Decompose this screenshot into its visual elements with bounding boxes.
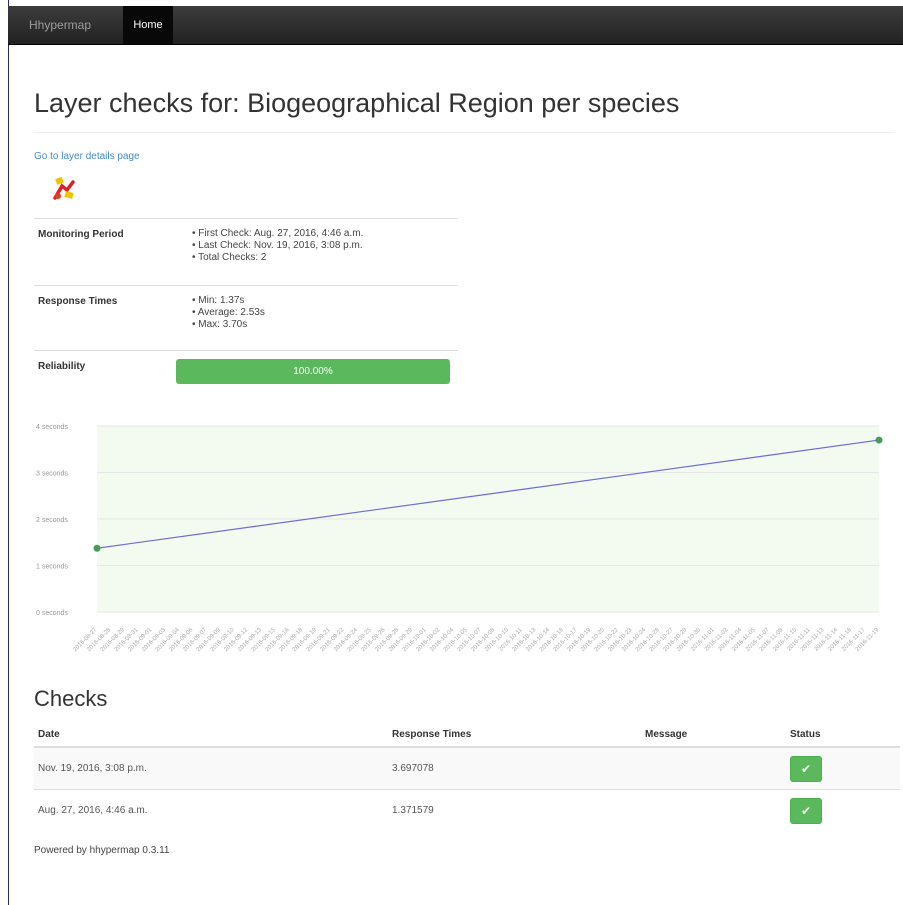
- col-date: Date: [34, 722, 388, 748]
- layer-details-link[interactable]: Go to layer details page: [34, 151, 140, 162]
- response-max: Max: 3.70s: [192, 319, 265, 331]
- check-date: Nov. 19, 2016, 3:08 p.m.: [34, 746, 388, 790]
- y-tick-label: 1 seconds: [36, 564, 68, 571]
- response-time-chart: 4 seconds 3 seconds 2 seconds 1 seconds 0 se…: [36, 424, 883, 653]
- navbar: Hhypermap Home: [8, 6, 903, 45]
- y-tick-label: 0 seconds: [36, 610, 68, 617]
- reliability-label: Reliability: [38, 361, 86, 372]
- check-date: Aug. 27, 2016, 4:46 a.m.: [34, 789, 388, 831]
- last-check: Last Check: Nov. 19, 2016, 3:08 p.m.: [192, 240, 363, 252]
- checks-table: Date Response Times Message Status Nov. …: [34, 722, 900, 831]
- reliability-row: Reliability 100.00%: [34, 350, 458, 391]
- check-icon: ✔: [800, 761, 812, 776]
- check-icon: ✔: [800, 803, 812, 818]
- data-point: [875, 436, 883, 444]
- checks-heading: Checks: [34, 686, 108, 711]
- check-response: 1.371579: [388, 789, 641, 831]
- page-title: Layer checks for: Biogeographical Region…: [34, 88, 680, 118]
- first-check: First Check: Aug. 27, 2016, 4:46 a.m.: [192, 228, 363, 240]
- checks-header-row: Date Response Times Message Status: [34, 722, 900, 748]
- monitoring-period-list: First Check: Aug. 27, 2016, 4:46 a.m. La…: [192, 228, 363, 264]
- total-checks: Total Checks: 2: [192, 252, 363, 264]
- check-status-button[interactable]: ✔: [790, 797, 822, 824]
- brand-link[interactable]: Hhypermap: [29, 18, 91, 32]
- monitoring-period-row: Monitoring Period First Check: Aug. 27, …: [34, 218, 458, 285]
- title-divider: [34, 132, 894, 133]
- stats-table: Monitoring Period First Check: Aug. 27, …: [34, 218, 458, 391]
- footer: Powered by hhypermap 0.3.11: [34, 845, 170, 856]
- col-status: Status: [786, 722, 900, 748]
- table-row: Aug. 27, 2016, 4:46 a.m. 1.371579 ✔: [34, 789, 900, 831]
- y-tick-label: 4 seconds: [36, 424, 68, 431]
- nav-home[interactable]: Home: [123, 6, 173, 44]
- table-row: Nov. 19, 2016, 3:08 p.m. 3.697078 ✔: [34, 746, 900, 790]
- monitoring-period-label: Monitoring Period: [38, 229, 124, 240]
- response-times-list: Min: 1.37s Average: 2.53s Max: 3.70s: [192, 295, 265, 331]
- reliability-progress: 100.00%: [176, 359, 450, 384]
- response-min: Min: 1.37s: [192, 295, 265, 307]
- col-response-times: Response Times: [388, 722, 641, 748]
- reliability-progress-bar: 100.00%: [176, 359, 450, 384]
- response-times-label: Response Times: [38, 296, 118, 307]
- y-tick-label: 3 seconds: [36, 471, 68, 478]
- layer-icon: [53, 176, 75, 200]
- response-times-row: Response Times Min: 1.37s Average: 2.53s…: [34, 285, 458, 350]
- y-tick-label: 2 seconds: [36, 517, 68, 524]
- response-average: Average: 2.53s: [192, 307, 265, 319]
- col-message: Message: [641, 722, 786, 748]
- check-status-button[interactable]: ✔: [790, 755, 822, 782]
- window-edge: [8, 0, 9, 905]
- check-message: [641, 746, 786, 790]
- check-response: 3.697078: [388, 746, 641, 790]
- data-point: [93, 544, 101, 552]
- check-message: [641, 789, 786, 831]
